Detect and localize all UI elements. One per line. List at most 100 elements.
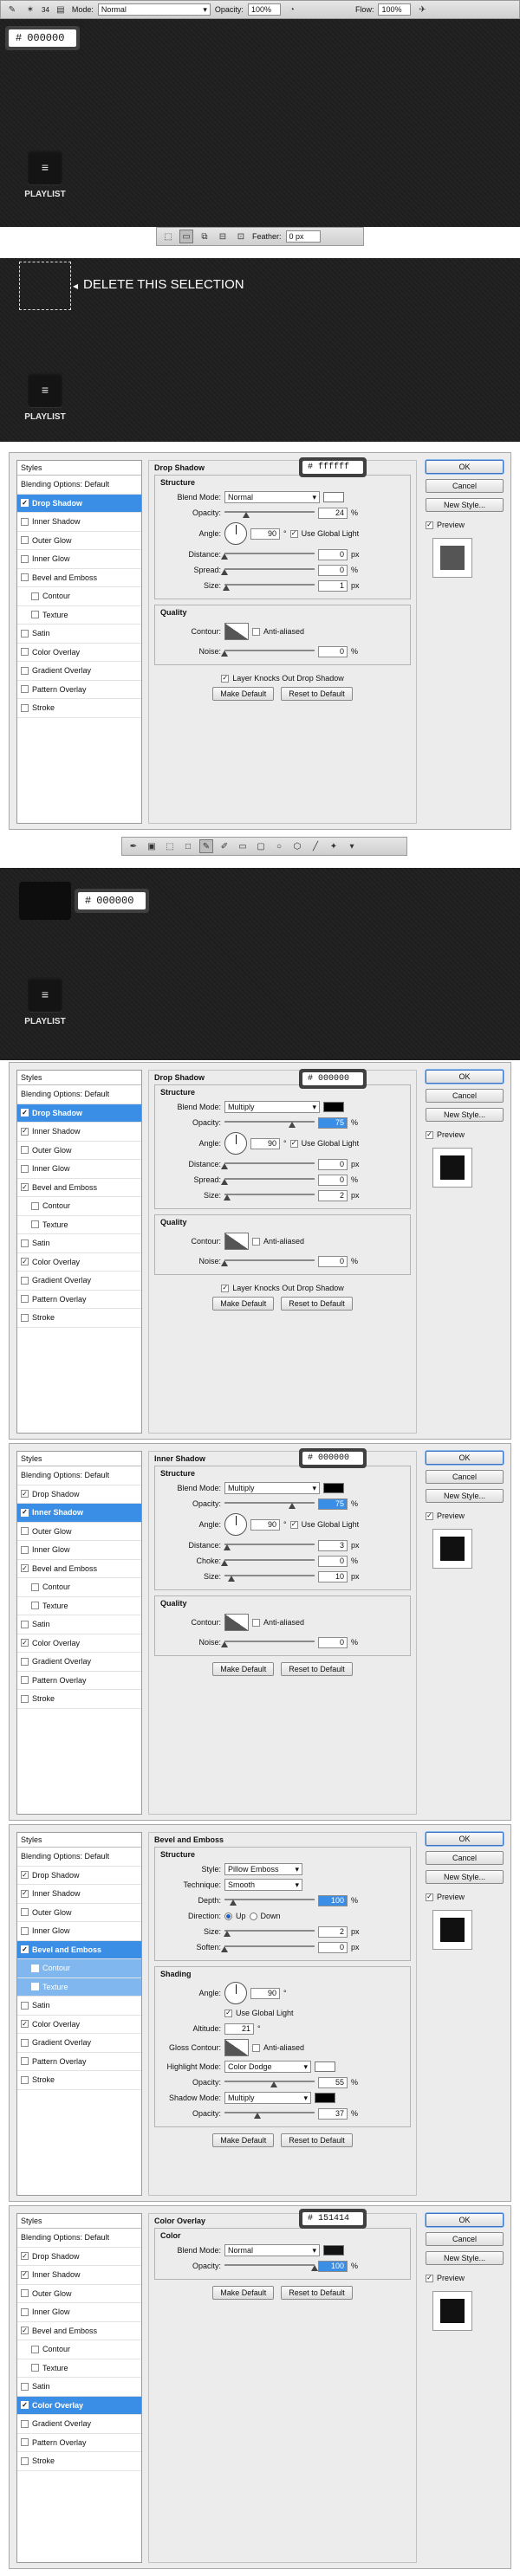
style-item-outer-glow[interactable]: Outer Glow	[17, 1904, 141, 1922]
distance-input[interactable]: 0	[318, 548, 348, 560]
new-style-button[interactable]: New Style...	[426, 1870, 504, 1884]
color-swatch[interactable]	[323, 2245, 344, 2256]
blending-options-item[interactable]: Blending Options: Default	[17, 1466, 141, 1485]
blending-options-item[interactable]: Blending Options: Default	[17, 1848, 141, 1867]
ellipse-icon[interactable]: ○	[272, 839, 286, 853]
distance-slider[interactable]	[224, 1540, 315, 1550]
opacity-slider[interactable]	[224, 2261, 318, 2271]
airbrush-icon[interactable]: ✈	[415, 3, 429, 16]
style-item-gradient-overlay[interactable]: Gradient Overlay	[17, 1272, 141, 1291]
opacity-slider[interactable]	[224, 1117, 315, 1128]
angle-input[interactable]: 90	[250, 1137, 280, 1149]
style-item-gradient-overlay[interactable]: Gradient Overlay	[17, 2034, 141, 2053]
ok-button[interactable]: OK	[426, 1832, 504, 1846]
style-item-inner-glow[interactable]: Inner Glow	[17, 1160, 141, 1179]
opacity-input[interactable]: 75	[318, 1498, 348, 1510]
cancel-button[interactable]: Cancel	[426, 1851, 504, 1865]
style-item-stroke[interactable]: Stroke	[17, 1309, 141, 1328]
opacity-input[interactable]: 24	[318, 507, 348, 519]
style-item-inner-glow[interactable]: Inner Glow	[17, 2303, 141, 2322]
style-item-satin[interactable]: Satin	[17, 625, 141, 644]
blend-mode-select[interactable]: Normal ▾	[224, 2244, 320, 2256]
ok-button[interactable]: OK	[426, 2213, 504, 2227]
style-item-contour[interactable]: Contour	[17, 2340, 141, 2359]
style-item-drop-shadow[interactable]: ✓ Drop Shadow	[17, 2248, 141, 2266]
style-item-satin[interactable]: Satin	[17, 2378, 141, 2397]
noise-slider[interactable]	[221, 1256, 315, 1266]
make-default-button[interactable]: Make Default	[212, 1662, 275, 1676]
use-global-light-checkbox[interactable]: ✓	[289, 529, 298, 538]
style-item-pattern-overlay[interactable]: Pattern Overlay	[17, 2434, 141, 2452]
preview-checkbox[interactable]: ✓	[426, 521, 433, 529]
size-slider[interactable]	[223, 580, 315, 591]
style-item-stroke[interactable]: Stroke	[17, 1690, 141, 1709]
flow-input[interactable]: 100%	[378, 3, 412, 16]
style-item-contour[interactable]: Contour	[17, 587, 141, 606]
paths-icon[interactable]: ⬚	[163, 839, 177, 853]
polygon-icon[interactable]: ⬡	[290, 839, 304, 853]
ok-button[interactable]: OK	[426, 1070, 504, 1084]
distance-input[interactable]: 0	[318, 1158, 348, 1170]
style-item-color-overlay[interactable]: ✓ Color Overlay	[17, 1253, 141, 1272]
opacity-slider[interactable]	[224, 1498, 315, 1509]
reset-default-button[interactable]: Reset to Default	[281, 1662, 353, 1676]
noise-slider[interactable]	[221, 646, 315, 657]
distance-slider[interactable]	[221, 549, 315, 560]
style-item-inner-glow[interactable]: Inner Glow	[17, 1922, 141, 1941]
style-item-pattern-overlay[interactable]: Pattern Overlay	[17, 1672, 141, 1690]
style-item-texture[interactable]: Texture	[17, 606, 141, 625]
style-item-texture[interactable]: Texture	[17, 1597, 141, 1615]
soften-slider[interactable]	[221, 1942, 315, 1952]
anti-aliased-checkbox[interactable]	[252, 1618, 260, 1627]
highlight-mode-select[interactable]: Color Dodge ▾	[224, 2061, 311, 2073]
choke-slider[interactable]	[221, 1556, 315, 1566]
style-item-drop-shadow[interactable]: ✓ Drop Shadow	[17, 1485, 141, 1504]
blend-mode-select[interactable]: Multiply ▾	[224, 1101, 320, 1113]
anti-aliased-checkbox[interactable]	[252, 2043, 260, 2052]
size-slider[interactable]	[224, 1571, 315, 1582]
style-item-satin[interactable]: Satin	[17, 1615, 141, 1634]
noise-input[interactable]: 0	[318, 1255, 348, 1267]
style-item-satin[interactable]: Satin	[17, 1234, 141, 1253]
make-default-button[interactable]: Make Default	[212, 687, 275, 701]
brush-preset-icon[interactable]: ✶	[23, 3, 37, 16]
style-item-inner-shadow[interactable]: ✓ Inner Shadow	[17, 1885, 141, 1904]
angle-input[interactable]: 90	[250, 1518, 280, 1531]
cancel-button[interactable]: Cancel	[426, 1089, 504, 1103]
style-item-pattern-overlay[interactable]: Pattern Overlay	[17, 681, 141, 699]
style-item-bevel[interactable]: ✓ Bevel and Emboss	[17, 1179, 141, 1197]
marquee-tool-icon[interactable]: ⬚	[161, 230, 175, 243]
layer-knocks-checkbox[interactable]: ✓	[221, 1284, 230, 1292]
use-global-light-checkbox[interactable]: ✓	[289, 1520, 298, 1529]
anti-aliased-checkbox[interactable]	[252, 627, 260, 636]
style-item-satin[interactable]: Satin	[17, 1997, 141, 2016]
pen-tool-icon[interactable]: ✒	[127, 839, 140, 853]
cancel-button[interactable]: Cancel	[426, 1470, 504, 1484]
shape-layers-icon[interactable]: ▣	[145, 839, 159, 853]
line-icon[interactable]: ╱	[309, 839, 322, 853]
opacity-input[interactable]: 100%	[247, 3, 281, 16]
soften-input[interactable]: 0	[318, 1941, 348, 1953]
gloss-contour-picker[interactable]	[224, 2039, 249, 2056]
shadow-opacity-slider[interactable]	[224, 2108, 315, 2119]
add-selection-icon[interactable]: ⧉	[198, 230, 211, 243]
angle-dial[interactable]	[224, 1982, 247, 2004]
contour-picker[interactable]	[224, 1233, 249, 1250]
cancel-button[interactable]: Cancel	[426, 2232, 504, 2246]
style-item-outer-glow[interactable]: Outer Glow	[17, 1142, 141, 1160]
color-swatch[interactable]	[323, 1102, 344, 1112]
blending-options-item[interactable]: Blending Options: Default	[17, 476, 141, 495]
blend-mode-select[interactable]: Normal ▾	[224, 491, 320, 503]
angle-dial[interactable]	[224, 522, 247, 545]
subtract-selection-icon[interactable]: ⊟	[216, 230, 230, 243]
use-global-light-checkbox[interactable]: ✓	[289, 1139, 298, 1148]
angle-dial[interactable]	[224, 1513, 247, 1536]
style-item-bevel[interactable]: ✓ Bevel and Emboss	[17, 1940, 141, 1959]
direction-up-radio[interactable]	[224, 1912, 232, 1920]
direction-down-radio[interactable]	[249, 1912, 257, 1920]
new-style-button[interactable]: New Style...	[426, 498, 504, 512]
style-item-pattern-overlay[interactable]: Pattern Overlay	[17, 2053, 141, 2071]
preview-checkbox[interactable]: ✓	[426, 1893, 433, 1901]
style-item-outer-glow[interactable]: Outer Glow	[17, 2285, 141, 2303]
reset-default-button[interactable]: Reset to Default	[281, 1297, 353, 1311]
